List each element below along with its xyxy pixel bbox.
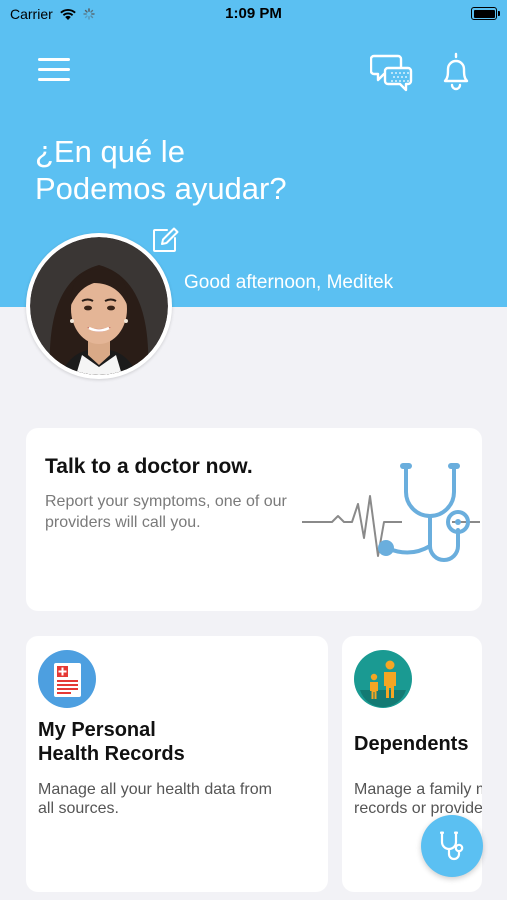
dependents-card-title: Dependents [354,733,469,755]
stethoscope-heartbeat-icon [302,463,480,562]
status-bar: Carrier 1:09 PM [0,0,507,30]
edit-icon[interactable] [150,225,180,255]
phr-title-line-1: My Personal [38,719,156,741]
stethoscope-fab-button[interactable] [421,815,483,877]
headline-line-2: Podemos ayudar? [35,171,287,206]
headline-line-1: ¿En qué le [35,134,185,169]
doctor-card-title: Talk to a doctor now. [45,455,253,478]
phr-title-line-2: Health Records [38,743,185,765]
phr-desc-line-2: all sources. [38,800,119,817]
stethoscope-icon [440,831,464,861]
avatar[interactable] [26,233,172,379]
bell-icon[interactable] [437,50,475,92]
personal-health-records-card[interactable]: My Personal Health Records Manage all yo… [26,636,328,892]
dependents-card-description: Manage a family m records or provide [354,780,482,818]
hamburger-menu-icon[interactable] [38,58,70,84]
family-icon [354,650,412,708]
phr-card-description: Manage all your health data from all sou… [38,780,272,818]
doctor-card-description: Report your symptoms, one of our provide… [45,493,287,531]
dependents-desc-line-1: Manage a family m [354,781,482,798]
dependents-desc-line-2: records or provide [354,800,482,817]
health-record-icon [38,650,96,708]
status-time: 1:09 PM [225,5,282,22]
talk-to-doctor-card[interactable]: Talk to a doctor now. Report your sympto… [26,428,482,611]
profile-photo [30,237,168,375]
page-headline: ¿En qué le Podemos ayudar? [35,133,415,207]
phr-card-title: My Personal Health Records [38,718,185,766]
battery-icon [471,7,500,20]
chat-bubbles-icon[interactable] [370,50,414,92]
greeting-text: Good afternoon, Meditek [184,272,394,293]
phr-desc-line-1: Manage all your health data from [38,781,272,798]
